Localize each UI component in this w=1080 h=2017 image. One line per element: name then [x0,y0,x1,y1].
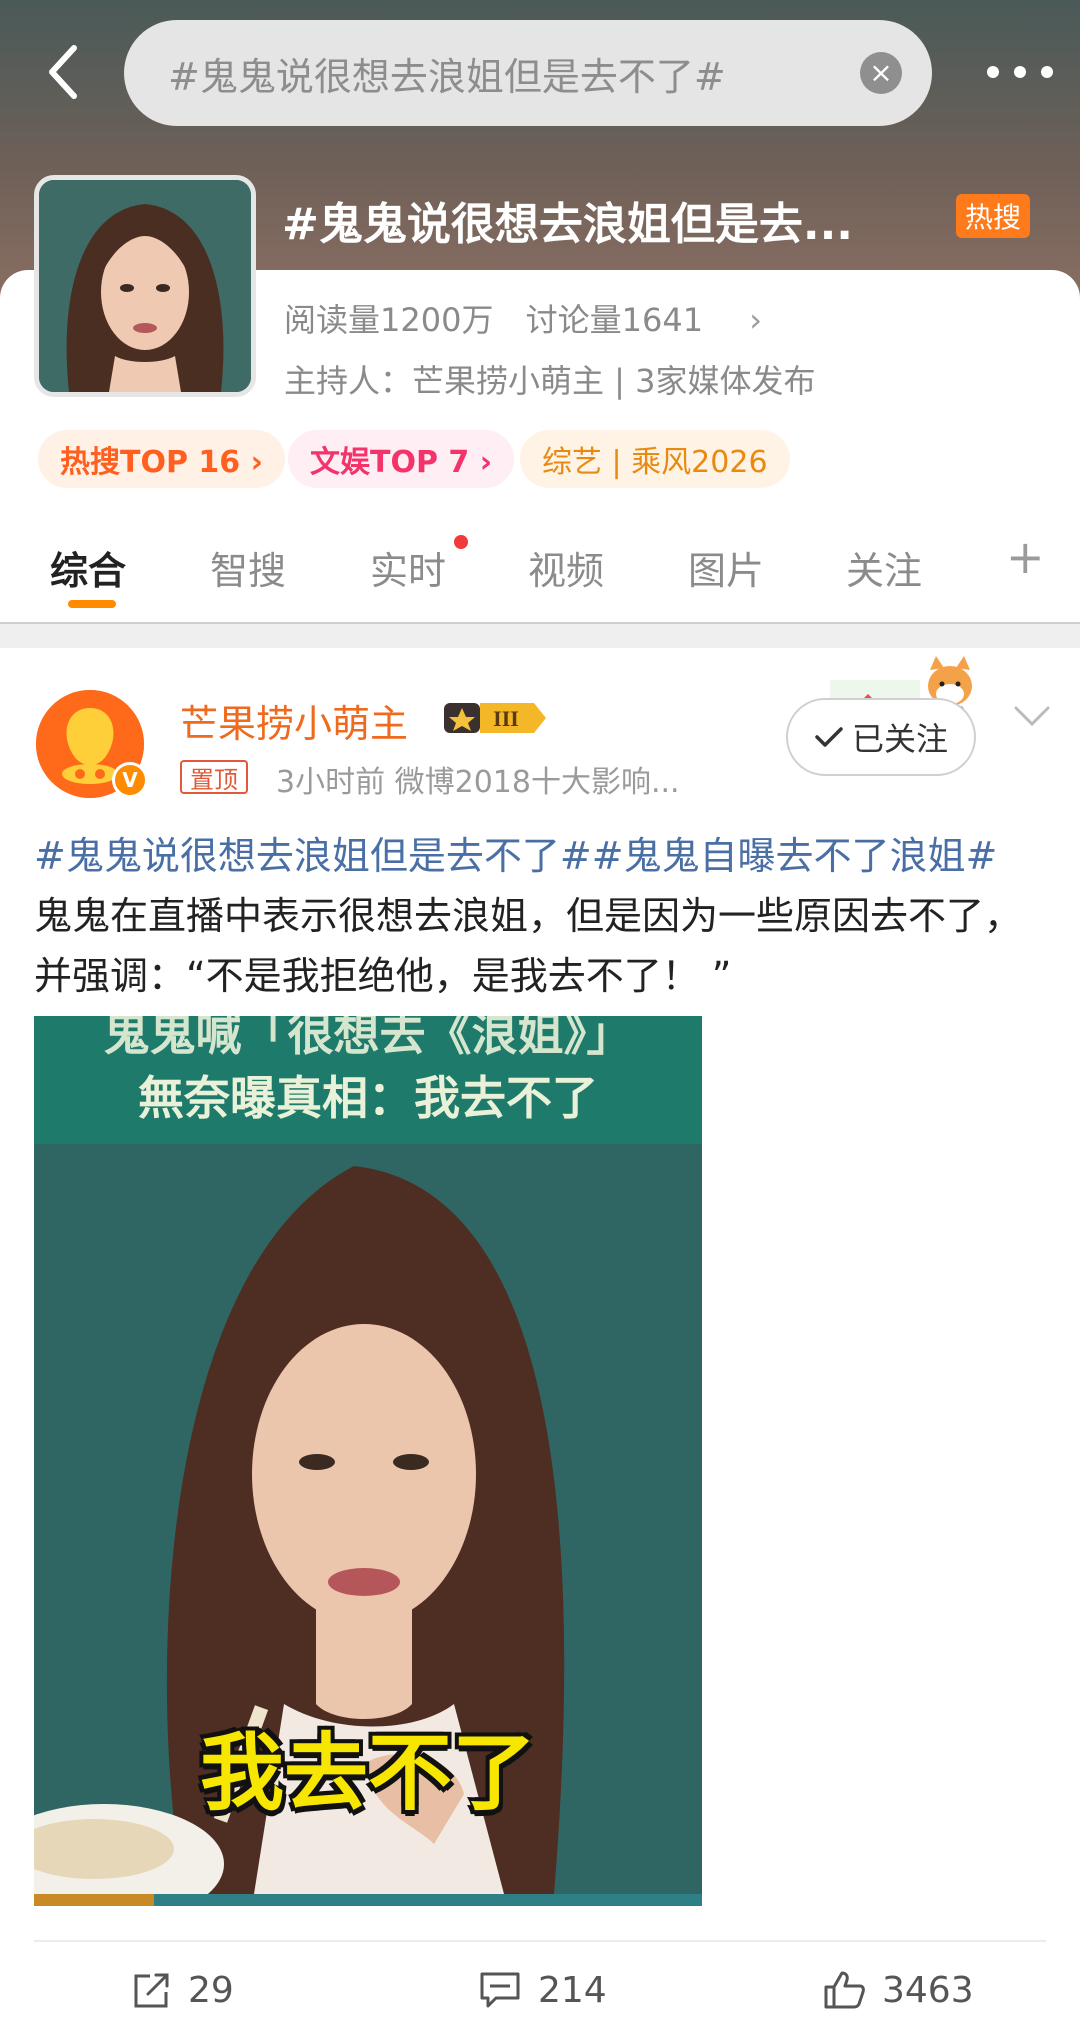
hot-search-badge: 热搜 [956,194,1030,238]
repost-button[interactable]: 29 [130,1965,234,2015]
section-divider [0,622,1080,648]
image-subheadline: 無奈曝真相：我去不了 [138,1071,598,1125]
verified-badge-icon: V [112,762,148,798]
follow-button-label: 已关注 [851,720,948,758]
post-body: 鬼鬼在直播中表示很想去浪姐，但是因为一些原因去不了，并强调：“不是我拒绝他，是我… [34,894,1023,998]
comment-icon [480,1972,520,2008]
like-count: 3463 [882,1969,974,2011]
video-progress-bar [34,1894,702,1906]
like-button[interactable]: 3463 [822,1965,974,2015]
search-query: #鬼鬼说很想去浪姐但是去不了# [168,54,726,99]
hashtag-link[interactable]: #鬼鬼自曝去不了浪姐# [592,834,998,878]
tab-images[interactable]: 图片 [688,540,764,595]
hashtag-link[interactable]: #鬼鬼说很想去浪姐但是去不了# [34,834,592,878]
svg-text:III: III [493,706,519,731]
more-dots-icon [987,66,1053,78]
chevron-down-icon[interactable] [1012,702,1052,732]
repost-icon [134,1973,169,2008]
comment-button[interactable]: 214 [478,1965,607,2015]
tab-bar: 综合 智搜 实时 视频 图片 关注 [0,520,1080,620]
comment-count: 214 [538,1969,607,2011]
tab-smart-search[interactable]: 智搜 [210,540,286,595]
hot-search-rank-pill[interactable]: 热搜TOP 16 › [38,430,285,488]
clear-search-button[interactable]: × [860,52,902,94]
add-tab-icon[interactable]: + [1006,534,1045,580]
entertainment-rank-pill[interactable]: 文娱TOP 7 › [288,430,515,488]
pinned-label: 置顶 [180,760,248,794]
post-text: #鬼鬼说很想去浪姐但是去不了##鬼鬼自曝去不了浪姐# 鬼鬼在直播中表示很想去浪姐… [34,826,1046,1006]
variety-show-pill[interactable]: 综艺 | 乘风2026 [520,430,790,488]
chevron-right-icon: › [749,301,763,339]
topic-stats[interactable]: 阅读量1200万 讨论量1641 › [284,295,762,341]
topic-host[interactable]: 主持人：芒果捞小萌主 | 3家媒体发布 [284,356,816,402]
back-arrow-icon [49,45,77,99]
tab-video[interactable]: 视频 [528,540,604,595]
tab-following[interactable]: 关注 [846,540,922,595]
video-progress-fill [34,1894,155,1906]
new-content-dot [454,535,468,549]
close-icon: × [869,56,893,89]
author-name[interactable]: 芒果捞小萌主 [180,693,408,748]
post-video-thumbnail[interactable]: 鬼鬼喊「很想去《浪姐》」 無奈曝真相：我去不了 我去不了 [34,1016,702,1906]
discussion-count: 讨论量1641 [525,301,704,339]
video-caption: 我去不了 [199,1724,536,1822]
image-banner: 鬼鬼喊「很想去《浪姐》」 無奈曝真相：我去不了 [34,1016,702,1144]
follow-button[interactable]: 已关注 [786,698,976,776]
post-meta: 3小时前 微博2018十大影响... [276,765,680,800]
more-options-button[interactable] [980,52,1060,92]
read-count: 阅读量1200万 [284,301,494,339]
image-headline: 鬼鬼喊「很想去《浪姐》」 [103,1016,633,1061]
tab-realtime[interactable]: 实时 [370,540,446,595]
tab-comprehensive[interactable]: 综合 [50,540,126,595]
search-input[interactable]: #鬼鬼说很想去浪姐但是去不了# × [124,20,932,126]
thumbs-up-icon [824,1971,865,2009]
actions-divider [34,1940,1046,1942]
repost-count: 29 [188,1969,234,2011]
member-level-icon: III [444,703,546,733]
back-button[interactable] [38,42,88,102]
active-tab-indicator [68,600,116,608]
topic-title: #鬼鬼说很想去浪姐但是去... [282,199,854,250]
topic-thumbnail[interactable] [34,175,256,397]
checkmark-icon [815,727,843,747]
